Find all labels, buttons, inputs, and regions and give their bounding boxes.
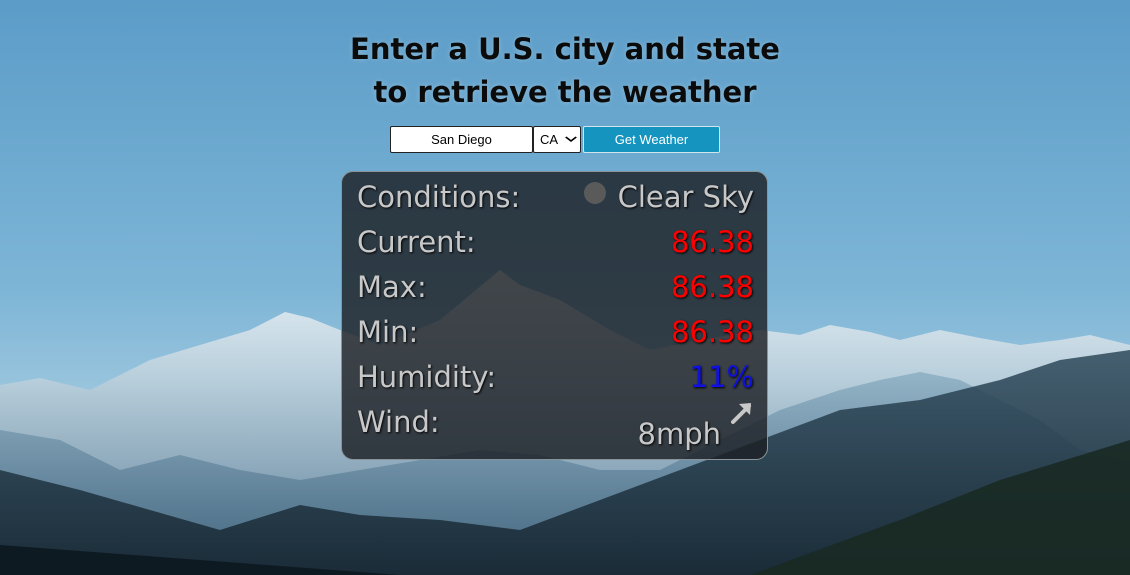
weather-condition-icon — [583, 182, 606, 204]
chevron-down-icon — [565, 134, 578, 146]
wind-value: 8mph — [637, 417, 722, 451]
current-row: Current: 86.38 — [357, 222, 754, 262]
min-value: 86.38 — [670, 315, 754, 349]
heading-line-2: to retrieve the weather — [373, 75, 757, 109]
humidity-value: 11% — [689, 360, 754, 394]
conditions-value-wrap: Clear Sky — [583, 177, 754, 217]
conditions-row: Conditions: Clear Sky — [357, 177, 754, 217]
humidity-row: Humidity: 11% — [357, 357, 754, 397]
weather-results-panel: Conditions: Clear Sky Current: 86.38 Max… — [341, 171, 768, 460]
wind-row: Wind: 8mph — [357, 402, 754, 451]
conditions-value: Clear Sky — [617, 180, 754, 214]
current-value: 86.38 — [670, 225, 754, 259]
wind-direction-arrow-icon — [731, 403, 751, 424]
heading-line-1: Enter a U.S. city and state — [350, 32, 780, 66]
state-select[interactable]: CA — [533, 126, 581, 153]
state-select-value: CA — [540, 132, 559, 147]
city-input[interactable] — [390, 126, 533, 153]
weather-search-form: CA Get Weather — [390, 126, 720, 153]
min-row: Min: 86.38 — [357, 312, 754, 352]
page-heading: Enter a U.S. city and state to retrieve … — [0, 28, 1130, 114]
get-weather-button[interactable]: Get Weather — [583, 126, 720, 153]
current-label: Current: — [357, 225, 476, 259]
max-row: Max: 86.38 — [357, 267, 754, 307]
max-label: Max: — [357, 270, 427, 304]
min-label: Min: — [357, 315, 419, 349]
wind-label: Wind: — [357, 405, 440, 439]
max-value: 86.38 — [670, 270, 754, 304]
humidity-label: Humidity: — [357, 360, 497, 394]
conditions-label: Conditions: — [357, 180, 521, 214]
